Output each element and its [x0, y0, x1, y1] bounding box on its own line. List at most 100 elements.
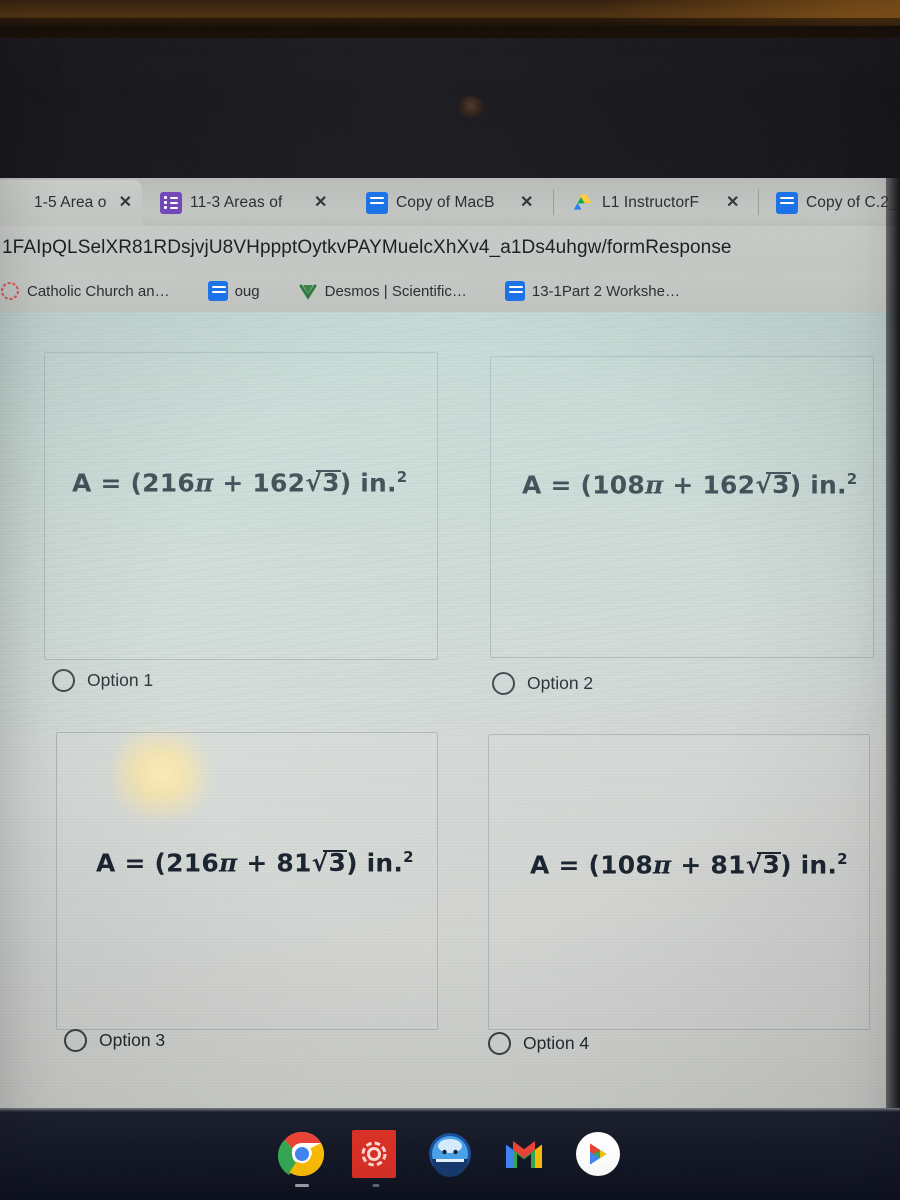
formula-lhs: A = ( [530, 850, 601, 880]
webcam-icon [458, 96, 484, 118]
google-docs-icon [776, 192, 798, 214]
desmos-icon [298, 281, 318, 301]
option-1-radio-row[interactable]: Option 1 [52, 669, 153, 692]
tab-close-icon[interactable]: ✕ [314, 195, 327, 211]
formula-close: ) in. [780, 850, 838, 880]
pi-symbol: π [218, 848, 238, 878]
browser-tab-4[interactable]: Copy of C.2_ [766, 180, 900, 226]
radical-3: √3 [305, 468, 341, 498]
option-3-image[interactable] [56, 732, 438, 1030]
formula-coef1: 216 [142, 468, 195, 498]
browser-tab-0[interactable]: 1-5 Area of S ✕ [0, 180, 142, 226]
bezel-sheen [0, 38, 900, 178]
option-4-radio-row[interactable]: Option 4 [488, 1032, 589, 1055]
formula-plus: + [671, 850, 711, 880]
tab-close-icon[interactable]: ✕ [520, 195, 533, 211]
bookmark-desmos[interactable]: Desmos | Scientific… [286, 281, 479, 301]
radio-button-option-3[interactable] [64, 1029, 87, 1052]
chromebook-screen: 1-5 Area of S ✕ 11-3 Areas of ✕ Copy of … [0, 178, 900, 1108]
bookmark-oug[interactable]: oug [196, 281, 272, 301]
shelf-top-edge [0, 1108, 900, 1112]
google-docs-icon [504, 281, 525, 301]
tab-divider [553, 189, 554, 215]
red-app-icon[interactable] [352, 1130, 400, 1187]
google-docs-icon [366, 192, 388, 214]
formula-coef1: 216 [166, 848, 219, 878]
laptop-screen-photo: 1-5 Area of S ✕ 11-3 Areas of ✕ Copy of … [0, 0, 900, 1200]
formula-coef2: 162 [702, 470, 756, 500]
formula-coef2: 162 [252, 468, 306, 498]
browser-tab-2[interactable]: Copy of MacB ✕ [356, 180, 546, 226]
tab-close-icon[interactable]: ✕ [726, 195, 739, 211]
option-2-label: Option 2 [527, 673, 594, 693]
radical-3: √3 [311, 848, 348, 878]
shelf-app-icons [0, 1126, 900, 1187]
browser-tab-strip: 1-5 Area of S ✕ 11-3 Areas of ✕ Copy of … [0, 178, 900, 226]
formula-plus: + [213, 468, 253, 498]
bookmark-13-1-part-2-worksheet[interactable]: 13-1Part 2 Workshe… [493, 281, 692, 301]
pi-symbol: π [652, 850, 672, 880]
tab-divider [758, 189, 759, 215]
circle-outline-icon [0, 281, 20, 301]
formula-plus: + [663, 470, 703, 500]
browser-tab-3[interactable]: L1 InstructorF ✕ [562, 180, 754, 226]
option-3-radio-row[interactable]: Option 3 [64, 1029, 165, 1052]
formula-lhs: A = ( [72, 468, 143, 498]
bookmark-label: Catholic Church an… [27, 282, 170, 300]
pi-symbol: π [194, 468, 214, 498]
option-2-radio-row[interactable]: Option 2 [492, 672, 593, 695]
address-bar-url: 1FAIpQLSelXR81RDsjvjU8VHppptOytkvPAYMuel… [2, 237, 732, 258]
formula-coef2: 81 [710, 850, 746, 880]
multiple-choice-grid: A = (216π + 162 √3) in.2 Option 1 A = (10… [0, 312, 900, 1108]
pi-symbol: π [644, 470, 664, 500]
bookmarks-bar: Catholic Church an… oug Desmos | Scienti… [0, 270, 900, 312]
tab-title: 1-5 Area of S [34, 194, 107, 211]
option-4-image[interactable] [488, 734, 870, 1030]
google-drive-icon [572, 192, 594, 214]
google-forms-icon [160, 192, 182, 214]
bookmark-label: Desmos | Scientific… [324, 282, 467, 300]
radical-3: √3 [755, 470, 791, 500]
option-4-formula: A = (108π + 81 √3) in.2 [530, 850, 848, 879]
chrome-icon[interactable] [277, 1130, 326, 1187]
tab-title: 11-3 Areas of [190, 194, 283, 211]
chromeos-shelf [0, 1108, 900, 1200]
running-indicator [372, 1184, 380, 1187]
gmail-icon[interactable] [500, 1130, 548, 1178]
address-bar[interactable]: 1FAIpQLSelXR81RDsjvjU8VHppptOytkvPAYMuel… [0, 226, 900, 270]
google-docs-icon [207, 281, 228, 301]
tab-close-icon[interactable]: ✕ [119, 195, 132, 211]
bookmark-label: 13-1Part 2 Workshe… [531, 282, 680, 300]
blue-avatar-icon[interactable] [426, 1130, 474, 1178]
google-play-icon[interactable] [574, 1130, 622, 1178]
formula-exponent: 2 [837, 850, 848, 868]
option-2-image[interactable] [490, 356, 874, 658]
formula-coef2: 81 [276, 848, 312, 878]
google-form-page: A = (216π + 162 √3) in.2 Option 1 A = (10… [0, 312, 900, 1108]
laptop-right-bezel [886, 178, 900, 1108]
radio-button-option-2[interactable] [492, 672, 515, 695]
formula-exponent: 2 [846, 470, 858, 488]
option-3-label: Option 3 [99, 1030, 166, 1050]
radio-button-option-1[interactable] [52, 669, 75, 692]
blank-icon [4, 192, 26, 214]
option-1-image[interactable] [44, 352, 438, 660]
radio-button-option-4[interactable] [488, 1032, 511, 1055]
running-indicator [295, 1184, 309, 1187]
formula-coef1: 108 [592, 470, 645, 500]
formula-close: ) in. [339, 468, 397, 498]
option-4-label: Option 4 [523, 1033, 590, 1053]
option-1-label: Option 1 [87, 670, 154, 690]
bookmark-label: oug [234, 282, 260, 300]
formula-exponent: 2 [396, 468, 408, 486]
tab-title: Copy of MacB [396, 194, 495, 211]
radical-3: √3 [745, 850, 782, 880]
formula-plus: + [237, 848, 277, 878]
formula-coef1: 108 [600, 850, 653, 880]
formula-close: ) in. [789, 470, 847, 500]
option-3-formula: A = (216π + 81 √3) in.2 [96, 848, 414, 877]
formula-exponent: 2 [403, 848, 414, 866]
bookmark-catholic-church[interactable]: Catholic Church an… [0, 281, 182, 301]
browser-tab-1[interactable]: 11-3 Areas of ✕ [150, 180, 340, 226]
tab-title: L1 InstructorF [602, 194, 700, 211]
